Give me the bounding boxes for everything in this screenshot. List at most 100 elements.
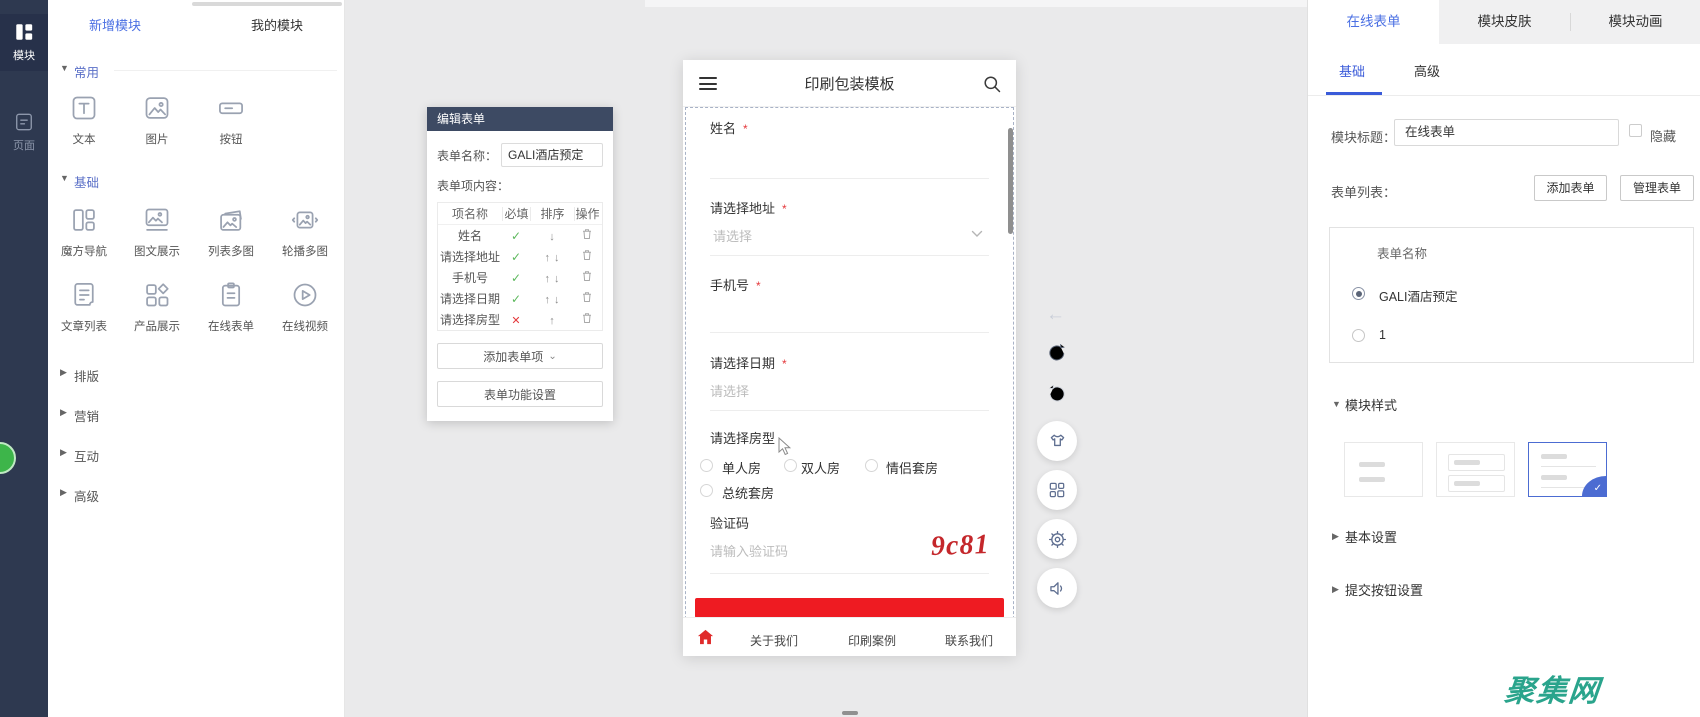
move-up-icon[interactable]: ↑: [543, 294, 553, 306]
basic-settings-section[interactable]: 基本设置: [1345, 527, 1397, 546]
radio-room-couple[interactable]: [865, 459, 878, 472]
trash-icon[interactable]: [581, 228, 593, 240]
captcha-input[interactable]: 请输入验证码: [710, 541, 788, 560]
panel-top-scrollbar[interactable]: [192, 2, 342, 6]
module-item-online-video[interactable]: 在线视频: [273, 281, 337, 334]
module-item-image[interactable]: 图片: [125, 94, 189, 147]
undo-icon[interactable]: [1046, 343, 1068, 365]
input-underline[interactable]: [710, 178, 989, 179]
tab-new-modules[interactable]: 新增模块: [89, 15, 141, 34]
trash-icon[interactable]: [581, 249, 593, 261]
modules-fab-button[interactable]: [1037, 470, 1077, 510]
trash-icon[interactable]: [581, 270, 593, 282]
section-marketing[interactable]: ▶ 营销: [48, 406, 345, 424]
move-up-icon[interactable]: ↑: [543, 273, 553, 285]
nav-rail-item-modules[interactable]: 模块: [0, 14, 48, 71]
address-select[interactable]: 请选择: [713, 226, 752, 245]
form-option-label[interactable]: GALI酒店预定: [1379, 286, 1458, 305]
subtab-basic[interactable]: 基础: [1339, 61, 1365, 80]
site-title: 印刷包装模板: [804, 76, 895, 93]
move-down-icon[interactable]: ↓: [552, 294, 562, 306]
field-label-captcha: 验证码: [710, 516, 750, 531]
tab-online-form[interactable]: 在线表单: [1308, 0, 1439, 44]
date-select[interactable]: 请选择: [710, 381, 749, 400]
footer-link[interactable]: 关于我们: [750, 632, 798, 649]
section-advanced[interactable]: ▶ 高级: [48, 486, 345, 504]
section-common[interactable]: ▼ 常用: [48, 62, 345, 80]
tab-module-skin[interactable]: 模块皮肤: [1439, 0, 1570, 44]
manage-form-button[interactable]: 管理表单: [1620, 175, 1694, 201]
input-underline[interactable]: [710, 332, 989, 333]
radio-room-single[interactable]: [700, 459, 713, 472]
section-interactive[interactable]: ▶ 互动: [48, 446, 345, 464]
radio-label[interactable]: 双人房: [801, 458, 840, 477]
move-down-icon[interactable]: ↓: [552, 273, 562, 285]
add-form-button[interactable]: 添加表单: [1534, 175, 1607, 201]
field-label-date: 请选择日期 *: [710, 356, 787, 371]
module-style-section[interactable]: 模块样式: [1345, 395, 1397, 414]
footer-link[interactable]: 印刷案例: [848, 632, 896, 649]
section-basic[interactable]: ▼ 基础: [48, 172, 345, 190]
table-row: 手机号 ✓ ↑ ↓: [438, 267, 602, 288]
tab-module-animation[interactable]: 模块动画: [1570, 0, 1700, 44]
form-option-label[interactable]: 1: [1379, 328, 1386, 342]
submit-button-settings-section[interactable]: 提交按钮设置: [1345, 580, 1423, 599]
captcha-image[interactable]: 9c81: [930, 529, 990, 563]
footer-link[interactable]: 联系我们: [945, 632, 993, 649]
radio-label[interactable]: 情侣套房: [886, 458, 938, 477]
chevron-right-icon: ▶: [60, 447, 67, 457]
module-item-carousel[interactable]: 轮播多图: [273, 206, 337, 259]
module-item-cube-nav[interactable]: 魔方导航: [52, 206, 116, 259]
nav-rail-item-pages[interactable]: 页面: [0, 104, 48, 161]
move-up-icon[interactable]: ↑: [543, 252, 553, 264]
add-form-item-button[interactable]: 添加表单项 ⌄: [437, 343, 603, 369]
required-check-icon[interactable]: ✓: [511, 229, 521, 243]
module-item-image-text[interactable]: 图文展示: [125, 206, 189, 259]
module-title-input[interactable]: 在线表单: [1394, 119, 1619, 146]
required-check-icon[interactable]: ✓: [511, 250, 521, 264]
radio-label[interactable]: 总统套房: [722, 483, 774, 502]
form-radio[interactable]: [1352, 329, 1365, 342]
style-option-2[interactable]: [1436, 442, 1515, 497]
module-item-text[interactable]: 文本: [52, 94, 116, 147]
style-option-3-selected[interactable]: ✓: [1528, 442, 1607, 497]
sound-fab-button[interactable]: [1037, 568, 1077, 608]
article-list-icon: [74, 283, 94, 306]
trash-icon[interactable]: [581, 291, 593, 303]
required-cross-icon[interactable]: ✕: [511, 315, 520, 327]
redo-icon[interactable]: [1046, 384, 1068, 406]
canvas-bottom-scrollbar[interactable]: [842, 711, 858, 715]
chevron-down-icon: ▼: [1332, 399, 1341, 409]
hide-checkbox[interactable]: [1629, 124, 1642, 137]
form-radio-selected[interactable]: [1352, 287, 1365, 300]
tab-my-modules[interactable]: 我的模块: [251, 15, 303, 34]
style-option-1[interactable]: [1344, 442, 1423, 497]
submit-button[interactable]: [695, 598, 1004, 618]
search-icon[interactable]: [982, 74, 1002, 94]
canvas-top-scrollbar[interactable]: [645, 0, 1307, 7]
radio-room-double[interactable]: [784, 459, 797, 472]
radio-label[interactable]: 单人房: [722, 458, 761, 477]
module-item-button[interactable]: 按钮: [199, 94, 263, 147]
required-check-icon[interactable]: ✓: [511, 292, 521, 306]
back-arrow-icon[interactable]: ←: [1046, 304, 1065, 326]
form-function-settings-button[interactable]: 表单功能设置: [437, 381, 603, 407]
form-name-input[interactable]: GALI酒店预定: [501, 143, 603, 167]
section-layout[interactable]: ▶ 排版: [48, 366, 345, 384]
module-item-online-form[interactable]: 在线表单: [199, 281, 263, 334]
settings-fab-button[interactable]: [1037, 519, 1077, 559]
move-down-icon[interactable]: ↓: [547, 231, 557, 243]
module-item-list-images[interactable]: 列表多图: [199, 206, 263, 259]
trash-icon[interactable]: [581, 312, 593, 324]
skin-fab-button[interactable]: [1037, 421, 1077, 461]
module-item-products[interactable]: 产品展示: [125, 281, 189, 334]
required-check-icon[interactable]: ✓: [511, 271, 521, 285]
home-icon[interactable]: [697, 629, 714, 645]
move-up-icon[interactable]: ↑: [547, 315, 557, 327]
radio-room-president[interactable]: [700, 484, 713, 497]
move-down-icon[interactable]: ↓: [552, 252, 562, 264]
module-item-article-list[interactable]: 文章列表: [52, 281, 116, 334]
subtab-advanced[interactable]: 高级: [1414, 61, 1440, 80]
chevron-down-icon[interactable]: [971, 230, 983, 238]
phone-scrollbar[interactable]: [1008, 128, 1013, 234]
